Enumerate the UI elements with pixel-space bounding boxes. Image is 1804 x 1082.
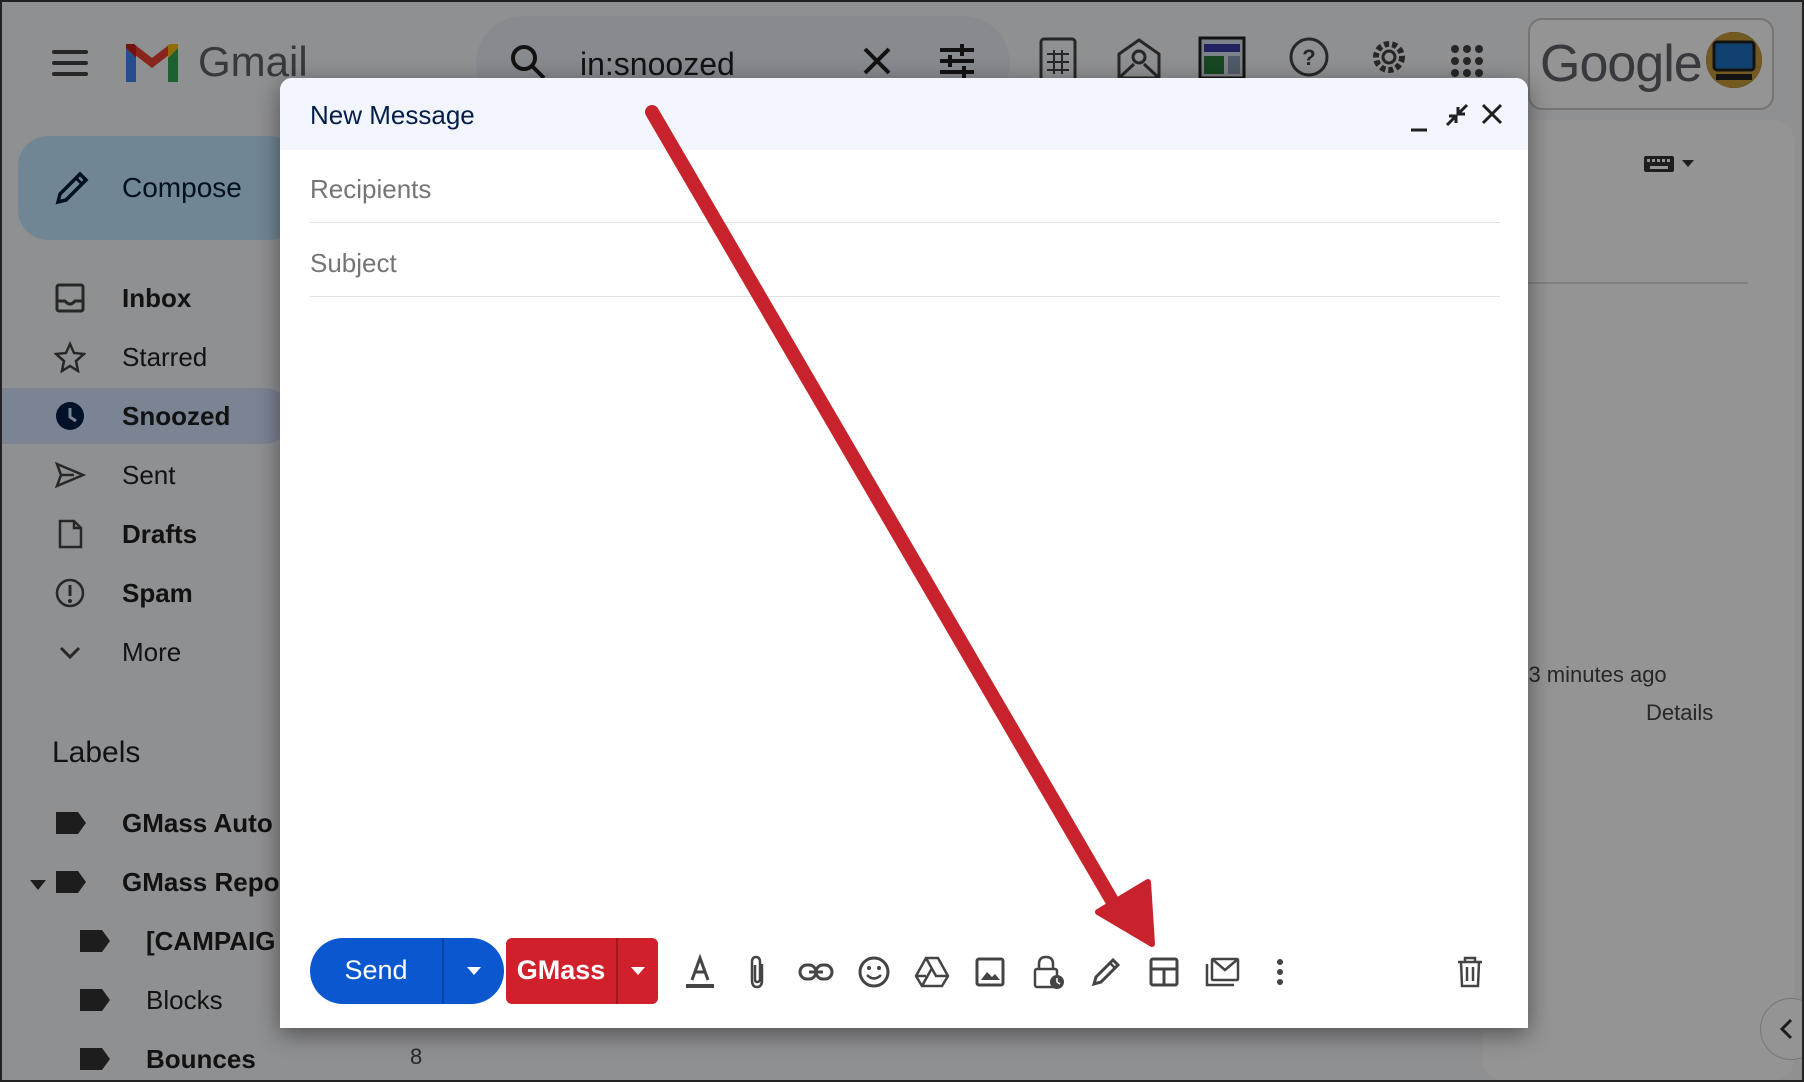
screenshot-frame: Gmail in:snoozed ? Google Compose Inbox bbox=[0, 0, 1804, 1082]
gmail-app: Gmail in:snoozed ? Google Compose Inbox bbox=[2, 2, 1802, 1080]
annotation-arrow bbox=[645, 105, 1155, 947]
